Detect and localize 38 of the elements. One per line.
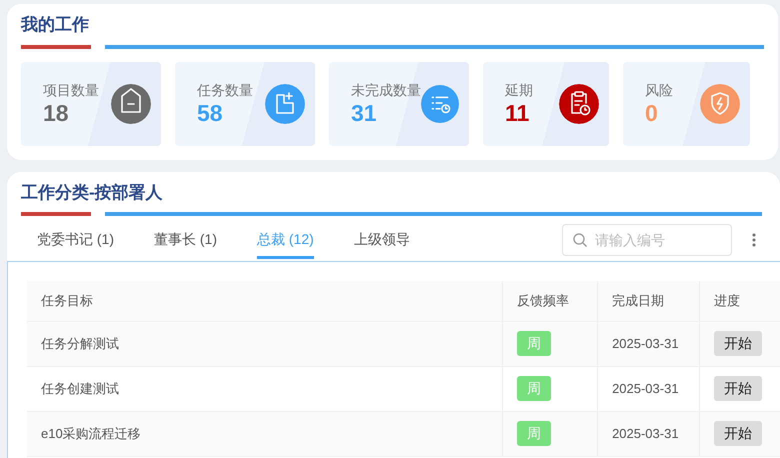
progress-tag: 开始 bbox=[714, 421, 762, 446]
table-cell: 2025-03-31 bbox=[598, 366, 700, 411]
progress-tag: 开始 bbox=[714, 376, 762, 401]
frequency-tag: 周 bbox=[517, 376, 552, 401]
tab[interactable]: 党委书记 (1) bbox=[37, 221, 114, 259]
list-clock-icon bbox=[421, 84, 459, 124]
frequency-tag: 周 bbox=[517, 421, 552, 446]
table-cell: 2025-03-31 bbox=[598, 411, 700, 456]
stat-label: 项目数量 bbox=[43, 81, 99, 99]
column-header: 完成日期 bbox=[598, 281, 700, 321]
progress-tag: 开始 bbox=[714, 331, 762, 356]
table-cell: e10采购流程迁移 bbox=[27, 411, 503, 456]
tab[interactable]: 上级领导 bbox=[354, 221, 410, 259]
table-cell: 任务分解测试 bbox=[27, 321, 503, 366]
stat-value: 11 bbox=[505, 99, 530, 127]
stat-label: 任务数量 bbox=[197, 81, 253, 99]
column-header: 进度 bbox=[700, 281, 780, 321]
frequency-tag: 周 bbox=[517, 331, 552, 356]
stat-value: 31 bbox=[351, 99, 378, 127]
table-cell: 任务创建测试 bbox=[27, 366, 503, 411]
stat-label: 延期 bbox=[505, 81, 533, 99]
column-header: 任务目标 bbox=[27, 281, 503, 321]
stat-value: 0 bbox=[645, 99, 659, 127]
stat-label: 未完成数量 bbox=[351, 81, 421, 99]
house-icon bbox=[111, 84, 151, 124]
section-title: 工作分类-按部署人 bbox=[21, 182, 164, 204]
document-plus-icon bbox=[265, 84, 305, 124]
clipboard-clock-icon bbox=[559, 84, 599, 124]
shield-lightning-icon bbox=[700, 84, 740, 124]
more-icon[interactable] bbox=[752, 232, 756, 248]
stat-value: 58 bbox=[197, 99, 224, 127]
search-field[interactable]: 请输入编号 bbox=[562, 224, 732, 256]
section-title: 我的工作 bbox=[21, 14, 90, 36]
stat-label: 风险 bbox=[645, 81, 673, 99]
stat-value: 18 bbox=[43, 99, 70, 127]
column-header: 反馈频率 bbox=[502, 281, 598, 321]
tab[interactable]: 董事长 (1) bbox=[154, 221, 217, 259]
table-cell: 2025-03-31 bbox=[598, 321, 700, 366]
